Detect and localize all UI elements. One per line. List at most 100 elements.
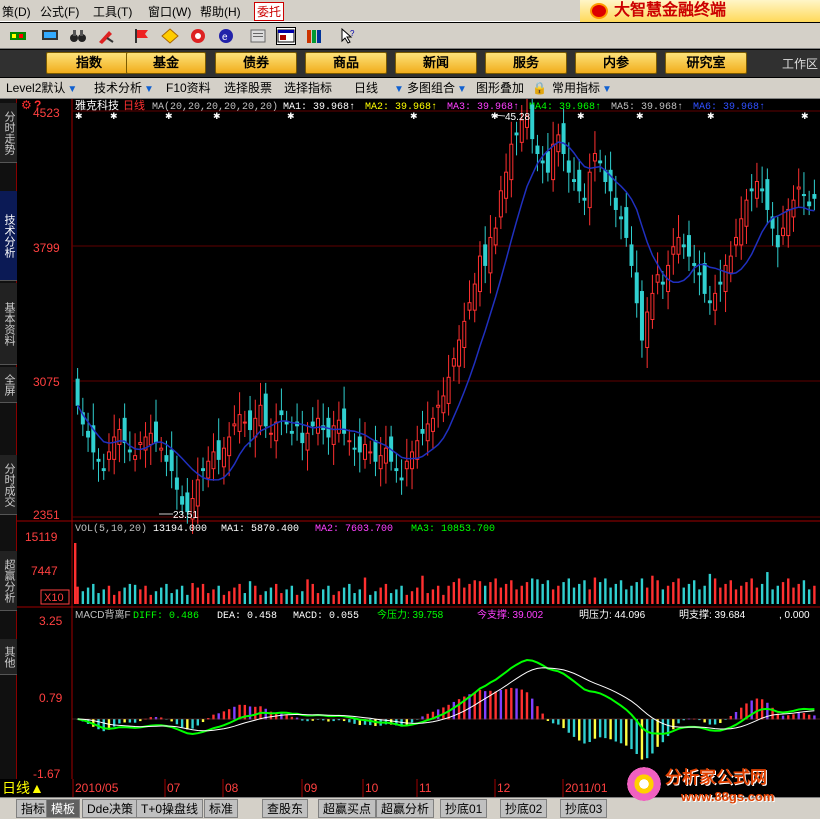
nav-fund-button[interactable]: 基金 [126, 52, 206, 74]
chart-area[interactable]: ⚙ ? 雅克科技 日线 MA(20,20,20,20,20,20) MA1: 3… [17, 99, 820, 779]
vol-value: 13194.000 [153, 524, 207, 535]
tab-select-indicator[interactable]: 选择指标 [284, 80, 332, 97]
macd-bar [541, 713, 544, 720]
menu-help[interactable]: 帮助(H) [200, 3, 241, 20]
tab-overlay[interactable]: 图形叠加 [476, 80, 524, 97]
period-switch[interactable]: 日线▲ [0, 779, 44, 797]
tab-daily[interactable]: 日线 ▼ [354, 80, 404, 97]
nav-insider-button[interactable]: 内参 [575, 52, 657, 74]
macd-value: MACD: 0.055 [293, 611, 359, 622]
nav-research-button[interactable]: 研究室 [665, 52, 747, 74]
bottom-tab-bottom02[interactable]: 抄底02 [500, 799, 548, 818]
candle-body [634, 272, 639, 304]
side-tab-intraday[interactable]: 分时走势 [0, 103, 17, 163]
volume-bar [807, 589, 811, 604]
bottom-tab-profit-analysis[interactable]: 超赢分析 [376, 799, 435, 818]
lock-icon[interactable]: 🔒 [532, 80, 547, 97]
candle-body [493, 227, 498, 246]
dropdown-arrow-icon[interactable]: ▼ [457, 84, 467, 95]
volume-bar [708, 573, 712, 604]
volume-bar [290, 585, 294, 604]
tab-f10[interactable]: F10资料 [166, 80, 211, 97]
nav-commodity-button[interactable]: 商品 [305, 52, 387, 74]
monitor-icon[interactable] [40, 27, 60, 45]
bottom-tab-template[interactable]: 模板 [46, 799, 81, 818]
bottom-tab-shareholder[interactable]: 查股东 [262, 799, 309, 818]
menu-formula[interactable]: 公式(F) [40, 3, 79, 20]
macd-bar [551, 719, 555, 724]
bottom-tab-indicator[interactable]: 指标 [16, 799, 51, 818]
nav-index-button[interactable]: 指数 [46, 52, 132, 74]
side-tab-profit[interactable]: 超赢分析 [0, 551, 17, 611]
books-icon[interactable] [304, 27, 324, 45]
pen-icon[interactable] [96, 27, 116, 45]
volume-bar [630, 585, 633, 604]
macd-bar [280, 713, 283, 720]
macd-bar [719, 719, 722, 724]
candle-body [148, 432, 153, 445]
nav-news-button[interactable]: 新闻 [395, 52, 477, 74]
refresh-icon[interactable] [188, 27, 208, 45]
menu-strategy[interactable]: 策(D) [2, 3, 31, 20]
volume-bar [478, 581, 482, 604]
candle-body [164, 455, 169, 462]
volume-bar [97, 593, 100, 604]
dropdown-arrow-icon[interactable]: ▼ [144, 84, 154, 95]
tab-level2[interactable]: Level2默认 ▼ [6, 80, 77, 97]
volume-bar [572, 587, 576, 604]
side-tab-technical[interactable]: 技术分析 [0, 191, 17, 281]
tab-select-stock[interactable]: 选择股票 [224, 80, 272, 97]
side-tab-fullscreen[interactable]: 全屏 [0, 367, 17, 403]
dropdown-arrow-icon[interactable]: ▼ [67, 84, 77, 95]
volume-bar [379, 587, 382, 604]
side-tab-fundamental[interactable]: 基本资料 [0, 283, 17, 365]
macd-bar [625, 719, 628, 746]
flag-icon[interactable] [132, 27, 152, 45]
dropdown-arrow-icon[interactable]: ▼ [602, 84, 612, 95]
tab-common-indicators[interactable]: 常用指标 ▼ [552, 80, 612, 97]
volume-bar [499, 587, 503, 604]
macd-bar [191, 719, 194, 729]
macd-bar [708, 719, 712, 725]
doc-icon[interactable] [248, 27, 268, 45]
bottom-tab-dde[interactable]: Dde决策 [82, 799, 139, 818]
dropdown-arrow-icon[interactable]: ▼ [394, 84, 404, 95]
side-tab-other[interactable]: 其他 [0, 639, 17, 675]
bottom-tab-bottom03[interactable]: 抄底03 [560, 799, 608, 818]
side-tab-tick[interactable]: 分时成交 [0, 455, 17, 515]
workspace-label[interactable]: 工作区 [782, 55, 818, 72]
menu-entrust[interactable]: 委托 [254, 2, 285, 21]
bottom-tab-standard[interactable]: 标准 [204, 799, 239, 818]
macd-bar [593, 719, 597, 739]
nav-bond-button[interactable]: 债券 [215, 52, 297, 74]
candle-body [697, 272, 702, 276]
tab-tech-analysis[interactable]: 技术分析 ▼ [94, 80, 154, 97]
macd-bar [588, 719, 591, 743]
binoculars-icon[interactable] [68, 27, 88, 45]
candle-body [237, 414, 242, 432]
menu-tools[interactable]: 工具(T) [93, 3, 132, 20]
globe-icon[interactable]: e [216, 27, 236, 45]
candle-body [739, 218, 744, 246]
candle-body [227, 436, 232, 457]
volume-bar [92, 583, 95, 604]
vol-title: VOL(5,10,20) [75, 523, 147, 535]
candle-body [383, 447, 388, 464]
pointer-help-icon[interactable]: ? [338, 27, 358, 45]
bottom-tab-buy-point[interactable]: 超赢买点 [318, 799, 377, 818]
settings-icon[interactable]: ⚙ [21, 99, 32, 112]
candle-body [645, 311, 650, 348]
macd-bar [97, 719, 100, 730]
diamond-icon[interactable] [160, 27, 180, 45]
up-triangle-icon[interactable]: ▲ [30, 780, 44, 796]
menu-window[interactable]: 窗口(W) [148, 3, 191, 20]
brand-title: 大智慧金融终端 [614, 2, 727, 19]
bottom-tab-bottom01[interactable]: 抄底01 [440, 799, 488, 818]
volume-bar [452, 582, 456, 604]
bottom-tab-t0[interactable]: T+0操盘线 [136, 799, 204, 818]
tab-multi-chart[interactable]: 多图组合 ▼ [407, 80, 467, 97]
window-icon[interactable] [276, 27, 296, 45]
nav-service-button[interactable]: 服务 [485, 52, 567, 74]
chart-icon[interactable] [8, 27, 28, 45]
candle-body [786, 208, 791, 237]
